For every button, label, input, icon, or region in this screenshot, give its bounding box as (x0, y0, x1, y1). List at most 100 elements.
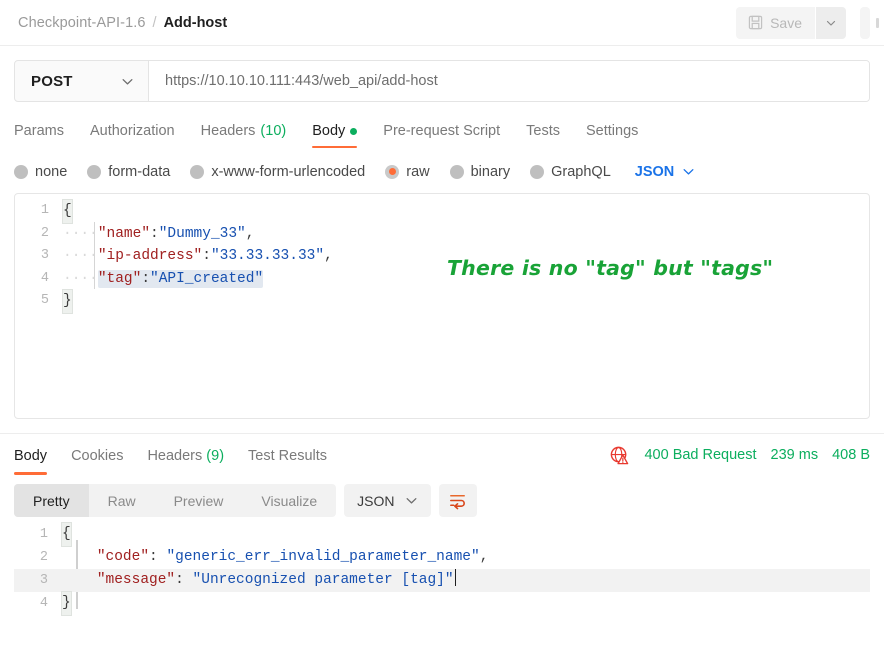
globe-warning-icon (611, 446, 629, 464)
body-type-urlencoded[interactable]: x-www-form-urlencoded (190, 164, 365, 180)
header-actions: Save (736, 6, 870, 39)
chevron-down-icon (826, 20, 836, 26)
tab-label: Test Results (248, 447, 328, 464)
response-code-line: 2 "code": "generic_err_invalid_parameter… (14, 546, 870, 569)
json-colon: : (202, 248, 211, 264)
request-body-editor[interactable]: 1 { 2 ····"name":"Dummy_33", 3 ····"ip-a… (14, 193, 870, 419)
tab-label: Params (14, 123, 64, 139)
breadcrumb-separator: / (152, 14, 157, 31)
body-type-label: raw (406, 163, 430, 180)
code-content: "message": "Unrecognized parameter [tag]… (62, 569, 457, 592)
save-options-button[interactable] (816, 6, 846, 39)
body-type-label: binary (470, 163, 511, 180)
header-edge-handle (876, 18, 879, 28)
response-body-container: 1 { 2 "code": "generic_err_invalid_param… (0, 517, 884, 616)
tab-body[interactable]: Body (312, 123, 358, 148)
radio-icon (14, 164, 28, 179)
response-tabs: Body Cookies Headers (9) Test Results 40… (0, 434, 884, 476)
word-wrap-button[interactable] (438, 484, 477, 517)
tab-settings[interactable]: Settings (586, 123, 638, 148)
annotation-note: There is no "tag" but "tags" (447, 256, 774, 280)
tab-label: Headers (200, 123, 256, 139)
body-type-form-data[interactable]: form-data (87, 164, 170, 180)
body-format-label: JSON (634, 163, 675, 180)
response-code-line-active: 3 "message": "Unrecognized parameter [ta… (14, 569, 870, 592)
radio-icon (87, 164, 102, 179)
body-type-binary[interactable]: binary (449, 163, 511, 180)
line-number: 2 (39, 550, 48, 565)
body-type-label: GraphQL (551, 163, 611, 180)
chevron-down-icon (122, 78, 133, 85)
http-method-select[interactable]: POST (15, 61, 149, 101)
body-type-label: none (35, 163, 68, 180)
json-value: "generic_err_invalid_parameter_name" (166, 549, 480, 565)
line-number: 5 (40, 293, 49, 308)
request-tabs: Params Authorization Headers (10) Body P… (0, 102, 884, 148)
tab-label: Pre-request Script (383, 123, 501, 139)
json-key: "name" (97, 225, 151, 242)
tab-pre-request-script[interactable]: Pre-request Script (383, 123, 500, 148)
tab-authorization[interactable]: Authorization (90, 123, 175, 148)
save-button[interactable]: Save (736, 6, 815, 39)
response-format-select[interactable]: JSON (344, 484, 431, 517)
line-number: 3 (40, 248, 49, 263)
json-comma: , (245, 225, 255, 242)
breadcrumb-request-name[interactable]: Add-host (164, 15, 228, 31)
response-tab-cookies[interactable]: Cookies (71, 436, 123, 475)
json-key: "ip-address" (97, 248, 203, 264)
body-type-raw[interactable]: raw (385, 163, 430, 180)
request-url-input[interactable]: https://10.10.10.111:443/web_api/add-hos… (149, 61, 869, 101)
response-tab-test-results[interactable]: Test Results (248, 436, 327, 475)
response-format-label: JSON (357, 492, 395, 509)
body-type-options: none form-data x-www-form-urlencoded raw… (0, 148, 884, 186)
indent-marker (62, 549, 97, 565)
code-content: ····"name":"Dummy_33", (63, 223, 254, 246)
body-present-dot-icon (350, 127, 358, 135)
code-content: ····"ip-address":"33.33.33.33", (63, 245, 333, 268)
tab-headers[interactable]: Headers (10) (201, 123, 287, 148)
body-format-select[interactable]: JSON (635, 164, 696, 180)
view-pretty[interactable]: Pretty (14, 484, 89, 517)
http-method-label: POST (31, 72, 73, 90)
tab-tests[interactable]: Tests (526, 123, 560, 148)
line-number: 1 (40, 203, 49, 218)
tab-label: Settings (585, 123, 639, 139)
line-number: 3 (39, 573, 48, 588)
code-line: 5 } (15, 289, 869, 314)
header-overflow-button[interactable] (860, 6, 870, 39)
indent-marker: ···· (63, 270, 98, 287)
selection-highlight: "tag":"API_created" (97, 269, 264, 288)
json-value: "Dummy_33" (158, 225, 246, 242)
save-button-label: Save (770, 14, 802, 31)
view-raw[interactable]: Raw (89, 484, 155, 517)
breadcrumb-collection[interactable]: Checkpoint-API-1.6 (18, 15, 146, 31)
chevron-down-icon (406, 498, 416, 504)
json-colon: : (149, 549, 167, 565)
tab-label: Tests (526, 123, 560, 139)
headers-count: (10) (260, 123, 287, 139)
response-time: 239 ms (770, 447, 819, 463)
body-type-label: x-www-form-urlencoded (211, 163, 366, 180)
body-type-none[interactable]: none (14, 164, 67, 180)
response-tab-body[interactable]: Body (14, 436, 48, 475)
view-preview[interactable]: Preview (155, 484, 243, 517)
tab-label: Headers (147, 447, 203, 464)
response-tab-headers[interactable]: Headers (9) (147, 436, 224, 475)
line-number: 2 (40, 225, 49, 241)
view-visualize[interactable]: Visualize (242, 484, 336, 517)
request-body-code[interactable]: 1 { 2 ····"name":"Dummy_33", 3 ····"ip-a… (15, 194, 869, 314)
response-body-code[interactable]: 1 { 2 "code": "generic_err_invalid_param… (14, 522, 870, 616)
json-key: "code" (96, 549, 150, 565)
json-comma: , (479, 549, 489, 565)
response-code-line: 1 { (14, 522, 870, 547)
code-line: 1 { (15, 199, 869, 224)
code-content: { (62, 199, 73, 224)
tab-params[interactable]: Params (14, 123, 64, 148)
response-code-line: 4 } (14, 591, 870, 616)
body-type-graphql[interactable]: GraphQL (530, 164, 611, 180)
indent-marker (62, 572, 97, 588)
code-content: } (61, 591, 72, 616)
json-key: "tag" (97, 270, 142, 287)
json-value: "API_created" (150, 270, 264, 287)
url-bar: POST https://10.10.10.111:443/web_api/ad… (14, 60, 870, 102)
